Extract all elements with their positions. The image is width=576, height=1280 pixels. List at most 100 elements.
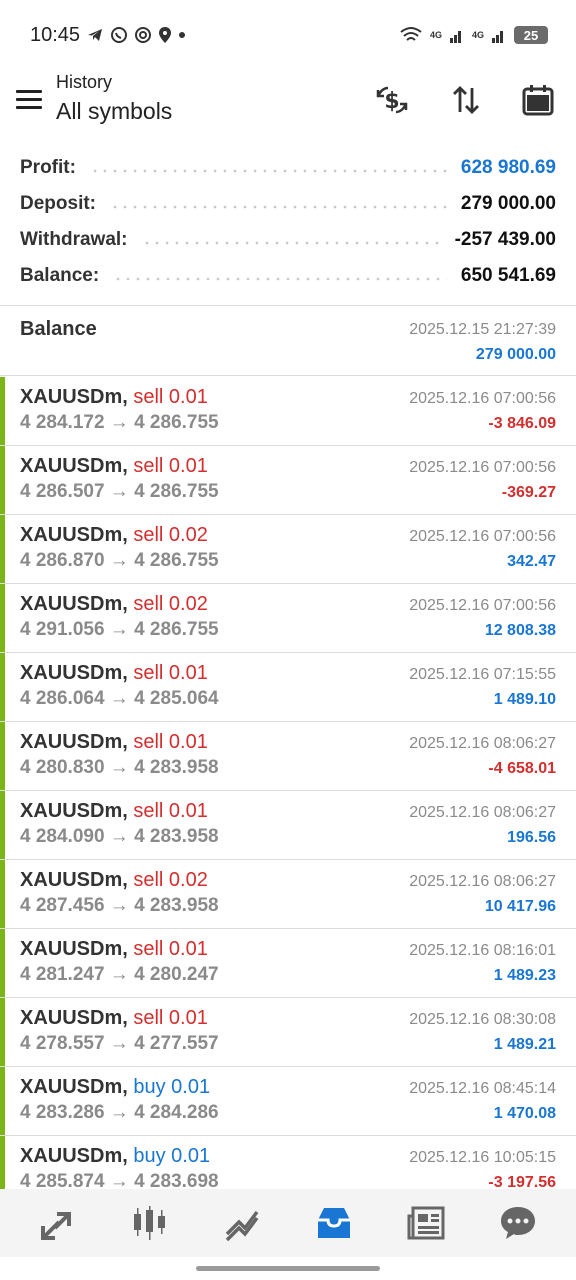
sort-icon (453, 86, 479, 114)
balance-entry-time: 2025.12.15 21:27:39 (409, 321, 556, 338)
nav-trade[interactable] (214, 1195, 270, 1251)
deal-row[interactable]: XAUUSDm, sell 0.01 4 284.172 → 4 286.755 2… (0, 377, 576, 446)
deal-row[interactable]: XAUUSDm, sell 0.01 4 278.557 → 4 277.557 2… (0, 998, 576, 1067)
deal-row[interactable]: XAUUSDm, sell 0.01 4 286.507 → 4 286.755 2… (0, 446, 576, 515)
period-button[interactable] (518, 80, 558, 120)
summary-label: Profit: (20, 157, 76, 178)
summary-label: Deposit: (20, 193, 96, 214)
deal-side: sell 0.02 (133, 524, 208, 546)
summary-profit-row: Profit: 628 980.69 (0, 150, 576, 186)
sort-button[interactable] (446, 80, 486, 120)
deal-profit: -369.27 (501, 484, 556, 501)
header-subtitle: History (56, 72, 113, 92)
nav-news[interactable] (398, 1195, 454, 1251)
deal-indicator-bar (0, 1136, 5, 1189)
sync-app-icon (135, 27, 151, 43)
deal-time: 2025.12.16 07:00:56 (409, 528, 556, 545)
gesture-handle[interactable] (196, 1266, 380, 1271)
deal-profit: 10 417.96 (484, 898, 556, 915)
deal-prices: 4 281.247 → 4 280.247 (20, 964, 219, 985)
deal-row[interactable]: XAUUSDm, sell 0.01 4 284.090 → 4 283.958 2… (0, 791, 576, 860)
signal-icon (449, 31, 461, 43)
deal-row[interactable]: XAUUSDm, sell 0.01 4 281.247 → 4 280.247 2… (0, 929, 576, 998)
deal-symbol: XAUUSDm, (20, 938, 128, 960)
balance-entry-amount: 279 000.00 (475, 346, 556, 363)
deal-symbol-line: XAUUSDm, sell 0.01 (20, 1007, 208, 1030)
deal-row[interactable]: XAUUSDm, sell 0.02 4 286.870 → 4 286.755 2… (0, 515, 576, 584)
nav-chat[interactable] (490, 1195, 546, 1251)
deal-profit: 1 489.23 (493, 967, 556, 984)
deal-indicator-bar (0, 791, 5, 859)
deal-symbol-line: XAUUSDm, sell 0.02 (20, 593, 208, 616)
deal-side: buy 0.01 (133, 1076, 211, 1098)
deal-symbol-line: XAUUSDm, sell 0.01 (20, 662, 208, 685)
header-title[interactable]: All symbols (56, 98, 172, 125)
calendar-icon (522, 85, 554, 116)
deal-row[interactable]: XAUUSDm, sell 0.01 4 286.064 → 4 285.064 2… (0, 653, 576, 722)
deal-side: sell 0.01 (133, 386, 208, 408)
deal-prices: 4 284.090 → 4 283.958 (20, 826, 219, 847)
deal-symbol: XAUUSDm, (20, 800, 128, 822)
summary-balance-row: Balance: 650 541.69 (0, 258, 576, 294)
deal-side: sell 0.01 (133, 662, 208, 684)
balance-entry-row[interactable]: Balance 2025.12.15 21:27:39 279 000.00 (0, 306, 576, 376)
nav-chart[interactable] (122, 1195, 178, 1251)
telegram-icon (88, 29, 102, 41)
deal-symbol-line: XAUUSDm, sell 0.02 (20, 524, 208, 547)
deal-symbol-line: XAUUSDm, sell 0.01 (20, 938, 208, 961)
deal-prices: 4 285.874 → 4 283.698 (20, 1171, 219, 1189)
deals-filter-button[interactable]: $ (372, 80, 412, 120)
more-notifications-icon (179, 32, 185, 38)
deal-symbol-line: XAUUSDm, buy 0.01 (20, 1145, 210, 1168)
deal-symbol-line: XAUUSDm, buy 0.01 (20, 1076, 210, 1099)
deal-symbol: XAUUSDm, (20, 869, 128, 891)
notification-icons (86, 26, 186, 44)
summary-deposit-row: Deposit: 279 000.00 (0, 186, 576, 222)
deal-indicator-bar (0, 929, 5, 997)
dollar-exchange-icon: $ (376, 86, 408, 114)
deal-row[interactable]: XAUUSDm, sell 0.02 4 287.456 → 4 283.958 2… (0, 860, 576, 929)
deal-indicator-bar (0, 998, 5, 1066)
deal-indicator-bar (0, 722, 5, 790)
deal-profit: 342.47 (507, 553, 556, 570)
menu-icon[interactable] (16, 90, 42, 110)
deal-indicator-bar (0, 1067, 5, 1135)
deal-prices: 4 283.286 → 4 284.286 (20, 1102, 219, 1123)
deal-row[interactable]: XAUUSDm, sell 0.02 4 291.056 → 4 286.755 2… (0, 584, 576, 653)
summary-label: Balance: (20, 265, 100, 286)
dotted-leader (141, 241, 441, 245)
trade-icon (225, 1210, 259, 1242)
deal-side: sell 0.02 (133, 869, 208, 891)
whatsapp-icon (111, 27, 127, 43)
deal-profit: -4 658.01 (488, 760, 556, 777)
deal-row[interactable]: XAUUSDm, sell 0.01 4 280.830 → 4 283.958 2… (0, 722, 576, 791)
deal-time: 2025.12.16 08:06:27 (409, 873, 556, 890)
summary-value: -257 439.00 (454, 229, 556, 250)
deal-time: 2025.12.16 07:15:55 (409, 666, 556, 683)
system-icons: 4G 4G 25 (400, 26, 548, 44)
chat-icon (501, 1207, 535, 1239)
chart-icon (134, 1206, 165, 1240)
deal-indicator-bar (0, 860, 5, 928)
deal-row[interactable]: XAUUSDm, buy 0.01 4 285.874 → 4 283.698 20… (0, 1136, 576, 1189)
deal-symbol: XAUUSDm, (20, 1145, 128, 1167)
nav-quotes[interactable] (30, 1195, 86, 1251)
deal-symbol-line: XAUUSDm, sell 0.01 (20, 800, 208, 823)
deals-list: XAUUSDm, sell 0.01 4 284.172 → 4 286.755 2… (0, 377, 576, 1189)
signal-4g-label-2: 4G (471, 30, 484, 40)
summary-value: 279 000.00 (460, 193, 556, 214)
deal-symbol-line: XAUUSDm, sell 0.01 (20, 455, 208, 478)
deal-symbol-line: XAUUSDm, sell 0.02 (20, 869, 208, 892)
deal-profit: 1 489.10 (493, 691, 556, 708)
deal-prices: 4 284.172 → 4 286.755 (20, 412, 219, 433)
news-icon (407, 1206, 445, 1240)
dotted-leader (113, 277, 447, 281)
deal-prices: 4 286.064 → 4 285.064 (20, 688, 219, 709)
deal-symbol: XAUUSDm, (20, 1007, 128, 1029)
nav-history[interactable] (306, 1195, 362, 1251)
deal-prices: 4 278.557 → 4 277.557 (20, 1033, 219, 1054)
deal-row[interactable]: XAUUSDm, buy 0.01 4 283.286 → 4 284.286 20… (0, 1067, 576, 1136)
deal-profit: -3 197.56 (488, 1174, 556, 1189)
battery-indicator: 25 (514, 26, 548, 44)
deal-indicator-bar (0, 515, 5, 583)
